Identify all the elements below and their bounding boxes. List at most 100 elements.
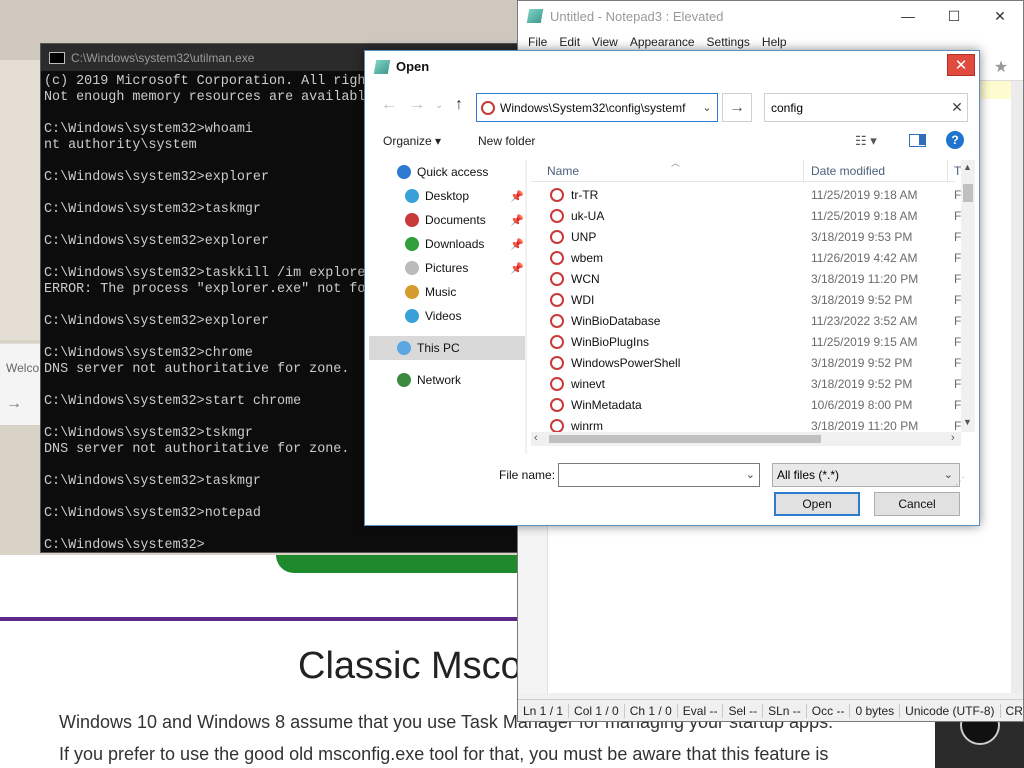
address-bar[interactable]: Windows\System32\config\systemf ⌄ xyxy=(476,93,718,122)
status-field: Ln 1 / 1 xyxy=(518,703,570,718)
file-row[interactable]: wbem 11/26/2019 4:42 AM Fi xyxy=(531,248,964,269)
file-row[interactable]: WinBioPlugIns 11/25/2019 9:15 AM Fi xyxy=(531,332,964,353)
file-row[interactable]: WCN 3/18/2019 11:20 PM Fi xyxy=(531,269,964,290)
cmd-icon xyxy=(49,51,65,64)
status-field: Col 1 / 0 xyxy=(569,703,625,718)
dialog-buttons: Open Cancel xyxy=(369,487,975,517)
nav-item-documents[interactable]: Documents 📌 xyxy=(369,208,525,232)
documents-icon xyxy=(405,213,419,227)
up-arrow-icon[interactable]: ↑ xyxy=(455,96,463,114)
file-row[interactable]: UNP 3/18/2019 9:53 PM Fi xyxy=(531,227,964,248)
view-options-icon[interactable]: ☷ ▾ xyxy=(855,133,877,149)
menu-edit[interactable]: Edit xyxy=(553,35,586,49)
videos-icon xyxy=(405,309,419,323)
file-row[interactable]: WinMetadata 10/6/2019 8:00 PM Fi xyxy=(531,395,964,416)
editor-scrollbar[interactable] xyxy=(1011,81,1023,693)
pin-icon[interactable]: 📌 xyxy=(510,238,524,251)
preview-pane-icon[interactable] xyxy=(909,134,926,147)
maximize-icon[interactable]: ☐ xyxy=(931,1,977,31)
status-field: SLn -- xyxy=(763,703,807,718)
file-type-select[interactable]: All files (*.*) ⌄ xyxy=(772,463,960,487)
folder-icon xyxy=(550,209,564,223)
pin-icon[interactable]: 📌 xyxy=(510,214,524,227)
chevron-down-icon[interactable]: ⌄ xyxy=(944,468,953,481)
file-row[interactable]: uk-UA 11/25/2019 9:18 AM Fi xyxy=(531,206,964,227)
status-field: Sel -- xyxy=(723,703,764,718)
folder-icon xyxy=(550,356,564,370)
help-icon[interactable]: ? xyxy=(946,131,964,149)
folder-icon xyxy=(550,251,564,265)
folder-icon xyxy=(550,398,564,412)
dialog-close-button[interactable]: ✕ xyxy=(947,54,975,76)
open-dialog[interactable]: Open ✕ ← → ⌄ ↑ Windows\System32\config\s… xyxy=(364,50,980,526)
column-name[interactable]: Name xyxy=(547,164,579,178)
go-arrow-button[interactable]: → xyxy=(722,93,752,122)
column-date-modified[interactable]: Date modified xyxy=(811,164,885,178)
close-icon[interactable]: ✕ xyxy=(977,1,1023,31)
back-arrow-icon[interactable]: ← xyxy=(381,96,397,114)
browser-tab-welcome[interactable]: Welco xyxy=(6,361,39,375)
file-name-row: File name: ⌄ All files (*.*) ⌄ xyxy=(369,460,975,488)
status-field: Ch 1 / 0 xyxy=(625,703,678,718)
search-input[interactable]: config xyxy=(771,101,947,115)
cancel-button[interactable]: Cancel xyxy=(874,492,960,516)
chevron-down-icon[interactable]: ⌄ xyxy=(746,468,755,481)
forward-arrow-icon[interactable]: → xyxy=(409,96,425,114)
menu-file[interactable]: File xyxy=(522,35,553,49)
scroll-up-icon[interactable]: ▲ xyxy=(963,162,972,172)
open-button[interactable]: Open xyxy=(774,492,860,516)
file-row[interactable]: WindowsPowerShell 3/18/2019 9:52 PM Fi xyxy=(531,353,964,374)
search-box[interactable]: config ✕ xyxy=(764,93,968,122)
file-row[interactable]: WDI 3/18/2019 9:52 PM Fi xyxy=(531,290,964,311)
recent-locations-icon[interactable]: ⌄ xyxy=(435,100,443,111)
favorite-star-icon[interactable]: ★ xyxy=(991,57,1011,77)
nav-item-pictures[interactable]: Pictures 📌 xyxy=(369,256,525,280)
nav-item-network[interactable]: Network xyxy=(369,368,525,392)
nav-item-videos[interactable]: Videos xyxy=(369,304,525,328)
notepad-title: Untitled - Notepad3 : Elevated xyxy=(550,8,724,24)
new-folder-button[interactable]: New folder xyxy=(478,134,535,148)
file-row[interactable]: winevt 3/18/2019 9:52 PM Fi xyxy=(531,374,964,395)
nav-item-desktop[interactable]: Desktop 📌 xyxy=(369,184,525,208)
navigation-pane: Quick access Desktop 📌 Documents 📌 Downloads 📌… xyxy=(369,160,525,454)
scroll-left-icon[interactable]: ‹ xyxy=(534,432,538,444)
menu-appearance[interactable]: Appearance xyxy=(624,35,701,49)
address-text[interactable]: Windows\System32\config\systemf xyxy=(500,101,697,115)
menu-view[interactable]: View xyxy=(586,35,624,49)
file-list-vertical-scrollbar[interactable]: ▲ ▼ xyxy=(961,160,975,432)
file-row[interactable]: WinBioDatabase 11/23/2022 3:52 AM Fi xyxy=(531,311,964,332)
nav-item-this-pc[interactable]: This PC xyxy=(369,336,525,360)
chevron-down-icon[interactable]: ⌄ xyxy=(697,101,717,114)
cmd-line: ERROR: The process "explorer.exe" not fo xyxy=(44,282,366,297)
cmd-line: nt authority\system xyxy=(44,138,197,153)
clear-search-icon[interactable]: ✕ xyxy=(947,99,967,116)
organize-button[interactable]: Organize ▾ xyxy=(383,134,441,148)
nav-item-label: Downloads xyxy=(425,237,485,251)
pin-icon[interactable]: 📌 xyxy=(510,262,524,275)
cmd-line: Not enough memory resources are availabl xyxy=(44,90,366,105)
file-list-horizontal-scrollbar[interactable]: ‹ › xyxy=(531,432,961,446)
nav-item-music[interactable]: Music xyxy=(369,280,525,304)
browser-forward-icon[interactable]: → xyxy=(6,395,22,413)
menu-help[interactable]: Help xyxy=(756,35,793,49)
file-name-field[interactable]: ⌄ xyxy=(558,463,760,487)
scroll-right-icon[interactable]: › xyxy=(951,432,955,444)
file-name: winevt xyxy=(571,377,606,391)
minimize-icon[interactable]: — xyxy=(885,1,931,31)
star-icon xyxy=(397,165,411,179)
scroll-down-icon[interactable]: ▼ xyxy=(963,417,972,427)
nav-item-downloads[interactable]: Downloads 📌 xyxy=(369,232,525,256)
nav-pane-scrollbar[interactable] xyxy=(525,160,527,454)
green-banner-button[interactable] xyxy=(276,555,536,573)
nav-item-label: Network xyxy=(417,373,462,387)
file-list: Name ︿ Date modified Ty tr-TR 11/25/2019 … xyxy=(531,158,975,460)
pin-icon[interactable]: 📌 xyxy=(510,190,524,203)
file-name: WinBioPlugIns xyxy=(571,335,650,349)
dialog-titlebar[interactable]: Open xyxy=(365,51,979,82)
resize-grip-icon[interactable]: ⋰ xyxy=(955,476,965,487)
nav-item-quick-access[interactable]: Quick access xyxy=(369,160,525,184)
menu-settings[interactable]: Settings xyxy=(701,35,756,49)
status-field: Unicode (UTF-8) xyxy=(900,703,1001,718)
folder-icon xyxy=(550,230,564,244)
file-row[interactable]: tr-TR 11/25/2019 9:18 AM Fi xyxy=(531,185,964,206)
